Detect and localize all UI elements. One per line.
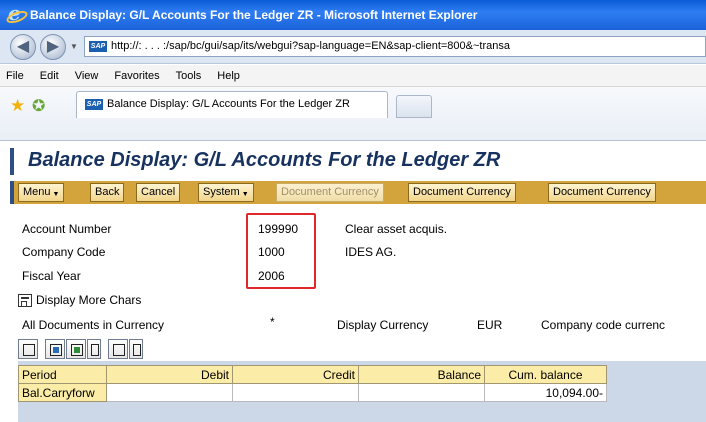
menu-view[interactable]: View [75,70,99,82]
currency-label: All Documents in Currency [22,318,165,332]
characteristics-icon [18,293,32,307]
column-header-balance[interactable]: Balance [358,365,485,384]
forward-nav-button[interactable]: ▶ [40,34,66,60]
display-currency-label: Display Currency [337,318,429,332]
dropdown-arrow-icon: ▼ [52,191,60,198]
layout-icon[interactable] [87,339,101,359]
fiscal-year-label: Fiscal Year [22,269,81,283]
table-row[interactable]: Bal.Carryforw 10,094.00- [18,383,607,402]
table-header-row: Period Debit Credit Balance Cum. balance [18,365,607,384]
window-title: Balance Display: G/L Accounts For the Le… [30,8,478,22]
history-dropdown-icon[interactable]: ▼ [70,42,78,51]
tab-bar: ★ ✪ SAP Balance Display: G/L Accounts For… [0,87,706,141]
details-icon[interactable] [45,339,65,359]
account-number-label: Account Number [22,222,112,236]
sap-favicon-icon: SAP [85,98,103,110]
sap-favicon-icon: SAP [89,40,107,52]
menu-file[interactable]: File [6,70,24,82]
page-title: Balance Display: G/L Accounts For the Le… [28,149,501,171]
address-input[interactable]: SAP http://: . . . :/sap/bc/gui/sap/its/w… [84,36,706,57]
column-header-debit[interactable]: Debit [106,365,233,384]
columns-icon[interactable] [108,339,128,359]
cell-cum-balance[interactable]: 10,094.00- [484,383,607,402]
document-currency-button-disabled[interactable]: Document Currency [276,183,384,202]
arrow-left-icon: ◀ [16,38,30,55]
address-toolbar: ◀ ▶ ▼ SAP http://: . . . :/sap/bc/gui/sap… [0,30,706,64]
column-header-credit[interactable]: Credit [232,365,359,384]
sap-toolbar: Menu ▼ Back Cancel System ▼ Document Curre… [10,181,706,204]
account-description: Clear asset acquis. [345,222,448,236]
menu-button[interactable]: Menu ▼ [18,183,65,202]
print-icon[interactable] [18,339,38,359]
column-header-period[interactable]: Period [18,365,107,384]
menu-edit[interactable]: Edit [40,70,59,82]
internet-explorer-icon [6,1,24,25]
cell-debit[interactable] [106,383,233,402]
sap-header: Balance Display: G/L Accounts For the Le… [10,148,706,175]
menu-favorites[interactable]: Favorites [114,70,159,82]
browser-menu-bar: File Edit View Favorites Tools Help [0,65,706,87]
cell-credit[interactable] [232,383,359,402]
address-value: http://: . . . :/sap/bc/gui/sap/its/webg… [111,40,510,52]
currency-value: * [270,315,275,329]
menu-help[interactable]: Help [217,70,240,82]
dropdown-arrow-icon: ▼ [241,191,249,198]
company-name: IDES AG. [345,245,397,259]
menu-tools[interactable]: Tools [176,70,202,82]
cell-period[interactable]: Bal.Carryforw [18,383,107,402]
system-button[interactable]: System ▼ [198,183,254,202]
balance-table: Period Debit Credit Balance Cum. balance… [18,365,607,402]
display-more-chars-button[interactable]: Display More Chars [18,293,141,307]
tab-balance-display[interactable]: SAP Balance Display: G/L Accounts For the… [76,91,388,118]
favorites-star-icon[interactable]: ★ [10,96,25,116]
company-code-currency-label: Company code currenc [541,318,666,332]
window-title-bar: Balance Display: G/L Accounts For the Le… [0,0,706,30]
tab-label: Balance Display: G/L Accounts For the Le… [107,98,350,110]
highlight-box [246,213,316,289]
column-header-cum-balance[interactable]: Cum. balance [484,365,607,384]
add-favorite-icon[interactable]: ✪ [32,96,45,116]
export-icon[interactable] [66,339,86,359]
alv-toolbar [18,339,144,361]
arrow-right-icon: ▶ [46,38,60,55]
document-currency-button-2[interactable]: Document Currency [548,183,656,202]
display-more-chars-label: Display More Chars [36,293,142,307]
cancel-button[interactable]: Cancel [136,183,181,202]
back-nav-button[interactable]: ◀ [10,34,36,60]
filter-icon[interactable] [129,339,143,359]
new-tab-button[interactable] [396,95,432,118]
cell-balance[interactable] [358,383,485,402]
display-currency-value: EUR [477,318,503,332]
document-currency-button[interactable]: Document Currency [408,183,516,202]
back-button[interactable]: Back [90,183,125,202]
company-code-label: Company Code [22,245,106,259]
